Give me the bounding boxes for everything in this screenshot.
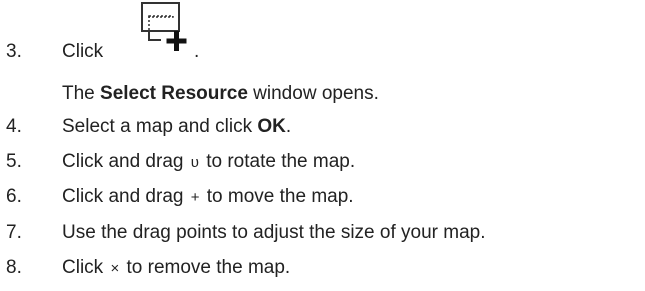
result-post: window opens. [247,83,379,104]
rotate-icon: υ [190,154,199,171]
add-map-icon [141,2,193,52]
step-text: Click [62,41,104,62]
step-3-trailing: . [194,41,200,62]
remove-icon: × [110,260,120,277]
step-7: 7. Use the drag points to adjust the siz… [0,221,645,245]
step-number: 4. [6,116,22,137]
step-4: 4. Select a map and click OK. [6,116,292,137]
step-text: Select a map and click [62,116,258,137]
step-text: Click and drag [62,186,189,207]
step-3-result: The Select Resource window opens. [0,82,645,106]
step-number: 5. [6,151,22,172]
ok-label: OK [257,116,286,137]
step-text: Click [62,257,109,278]
step-number: 7. [6,222,22,243]
select-resource-label: Select Resource [100,83,248,104]
step-text: Use the drag points to adjust the size o… [62,222,486,243]
step-number: 6. [6,186,22,207]
step-text: Click and drag [62,151,189,172]
step-5: 5. Click and drag υ to rotate the map. [0,150,645,174]
step-number: 8. [6,257,22,278]
step-3: 3. Click [0,40,645,64]
result-pre: The [62,83,101,104]
step-number: 3. [6,41,22,62]
move-icon: + [190,189,200,206]
step-6: 6. Click and drag + to move the map. [0,185,645,209]
step-8: 8. Click × to remove the map. [0,256,645,280]
